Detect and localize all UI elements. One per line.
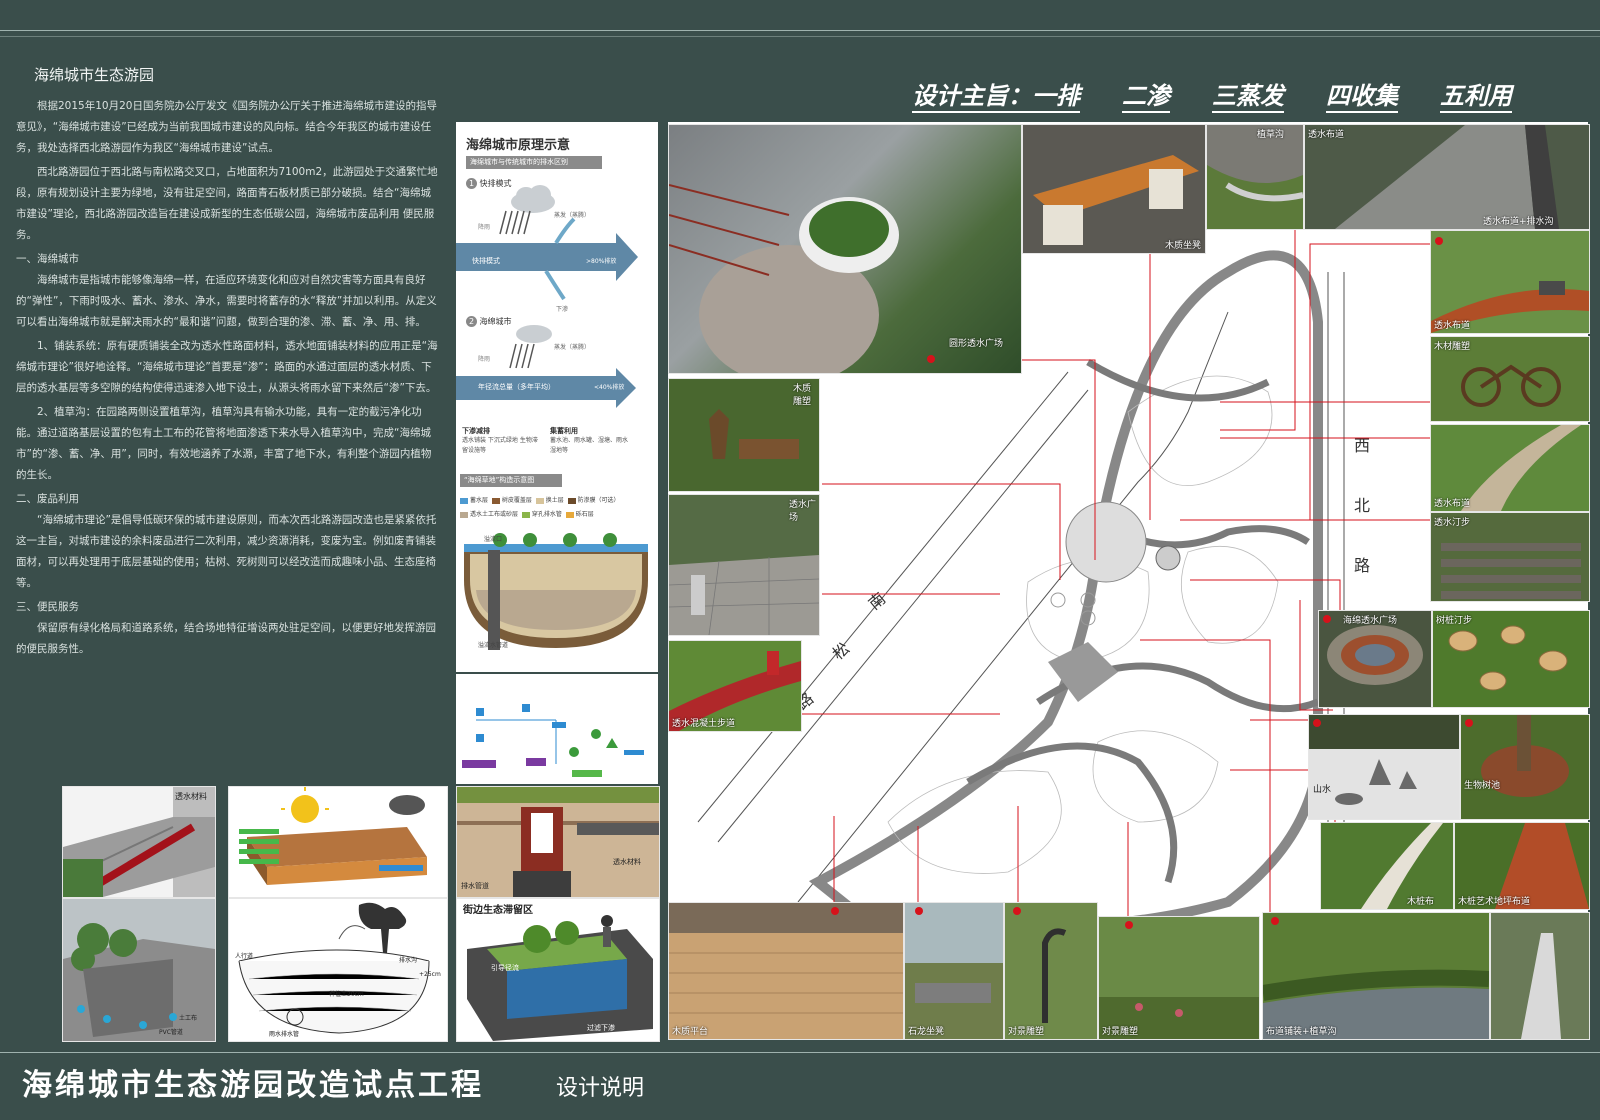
pavement1-caption: 透水布道 (1434, 321, 1471, 331)
permeable-path-photo: 透水布道 透水布道+排水沟 (1304, 124, 1590, 230)
deck-caption: 木质平台 (672, 1027, 709, 1037)
stumps-photo: 树桩汀步 (1432, 610, 1590, 708)
wood-path-photo: 木桩布 (1320, 822, 1454, 910)
man-sculpture-caption: 木质雕塑 (793, 384, 812, 407)
footer-subtitle: 设计说明 (556, 1076, 645, 1101)
bottom-rule (0, 1052, 1600, 1053)
sculpture4-marker (1125, 921, 1133, 929)
path-ditch-marker (1271, 917, 1279, 925)
ring-caption: 海绵透水广场 (1343, 616, 1398, 626)
bench-photo: 木质坐凳 (1022, 124, 1206, 254)
rockery-marker (1313, 719, 1321, 727)
plaza-caption: 圆形透水广场 (949, 339, 1004, 349)
red-path-caption: 透水混凝土步道 (672, 719, 736, 729)
deck-marker (831, 907, 839, 915)
tree-pool-marker (1465, 719, 1473, 727)
stepping-caption: 透水汀步 (1434, 518, 1471, 528)
pavement1-photo: 透水布道 (1430, 230, 1590, 334)
path-ditch-photo: 布道铺装+植草沟 (1262, 912, 1490, 1040)
plaza-photo: 圆形透水广场 (668, 124, 1022, 374)
ditch-photo: 植草沟 (1206, 124, 1304, 230)
art-path-caption: 木桩艺术地坪布道 (1458, 897, 1531, 907)
plaza-marker (927, 355, 935, 363)
sculpture4-photo: 对景雕塑 (1098, 916, 1260, 1040)
sculpture3-marker (1013, 907, 1021, 915)
tree-pool-caption: 生物树池 (1464, 781, 1501, 791)
pavement1-marker (1435, 237, 1443, 245)
stone-seat-marker (915, 907, 923, 915)
tree-pool-photo: 生物树池 (1460, 714, 1590, 820)
ring-plaza-photo: 海绵透水广场 (1318, 610, 1432, 708)
stone-seat-photo: 石龙坐凳 (904, 902, 1004, 1040)
man-sculpture-photo: 木质雕塑 (668, 378, 820, 492)
ditch-caption: 植草沟 (1257, 130, 1285, 140)
permeable-caption: 透水布道 (1308, 130, 1345, 140)
art-path-photo: 木桩艺术地坪布道 (1454, 822, 1590, 910)
footer-title: 海绵城市生态游园改造试点工程 (22, 1068, 484, 1103)
square-photo: 透水广场 (668, 494, 820, 636)
sculpture3-photo: 对景雕塑 (1004, 902, 1098, 1040)
pavement2-caption: 透水布道 (1434, 499, 1471, 509)
sculpture3-caption: 对景雕塑 (1008, 1027, 1045, 1037)
sculpture4-caption: 对景雕塑 (1102, 1027, 1139, 1037)
ring-marker (1323, 615, 1331, 623)
wood-sculpture-caption: 木材雕塑 (1434, 342, 1471, 352)
path-ditch-caption: 布道铺装+植草沟 (1266, 1027, 1337, 1037)
rockery-photo: 山水 (1308, 714, 1460, 820)
stepping-photo: 透水汀步 (1430, 512, 1590, 602)
stone-seat-caption: 石龙坐凳 (908, 1027, 945, 1037)
deck-photo: 木质平台 (668, 902, 904, 1040)
pavement2-photo: 透水布道 (1430, 424, 1590, 512)
rockery-caption: 山水 (1313, 785, 1332, 795)
drain-ditch-photo (1490, 912, 1590, 1040)
wood-sculpture-photo: 木材雕塑 (1430, 336, 1590, 422)
red-path-photo: 透水混凝土步道 (668, 640, 802, 732)
stumps-caption: 树桩汀步 (1436, 616, 1473, 626)
bench-caption: 木质坐凳 (1165, 241, 1202, 251)
wood-path-caption: 木桩布 (1407, 897, 1435, 907)
permeable-full-caption: 透水布道+排水沟 (1483, 217, 1554, 227)
square-caption: 透水广场 (789, 500, 817, 523)
